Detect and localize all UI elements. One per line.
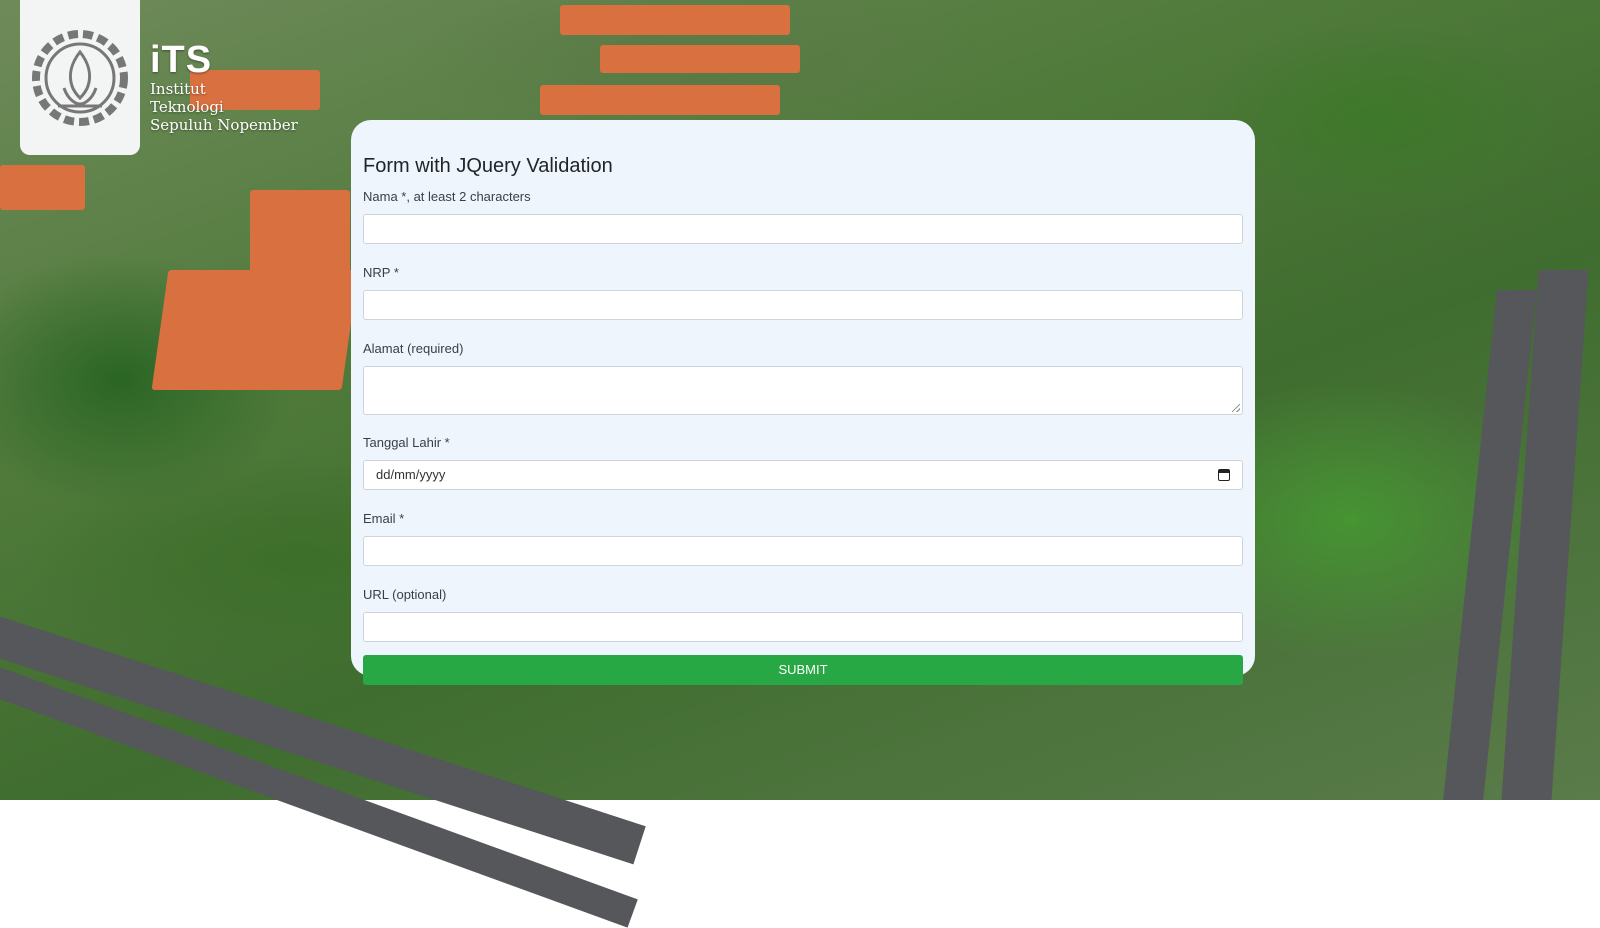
its-line-3: Sepuluh Nopember xyxy=(150,116,298,134)
its-line-1: Institut xyxy=(150,80,206,98)
its-wordmark: iTS Institut Teknologi Sepuluh Nopember xyxy=(150,40,298,134)
date-placeholder: dd/mm/yyyy xyxy=(376,467,446,482)
email-label: Email * xyxy=(363,511,405,526)
nrp-input[interactable] xyxy=(363,290,1243,320)
nama-input[interactable] xyxy=(363,214,1243,244)
its-logo xyxy=(20,0,140,155)
alamat-textarea[interactable] xyxy=(363,366,1243,415)
email-input[interactable] xyxy=(363,536,1243,566)
url-input[interactable] xyxy=(363,612,1243,642)
building-roof xyxy=(0,165,85,210)
alamat-label: Alamat (required) xyxy=(363,341,464,356)
nrp-label: NRP * xyxy=(363,265,399,280)
building-roof xyxy=(600,45,800,73)
form-title: Form with JQuery Validation xyxy=(363,155,613,177)
url-label: URL (optional) xyxy=(363,587,447,602)
building-roof xyxy=(560,5,790,35)
resize-handle-icon[interactable] xyxy=(1232,404,1240,412)
tanggal-lahir-input[interactable]: dd/mm/yyyy xyxy=(363,460,1243,490)
its-logo-icon xyxy=(32,29,128,126)
its-line-2: Teknologi xyxy=(150,98,224,116)
form-card: Form with JQuery Validation Nama *, at l… xyxy=(351,120,1255,685)
building-roof xyxy=(250,190,350,280)
tanggal-lahir-label: Tanggal Lahir * xyxy=(363,435,450,450)
its-acronym: iTS xyxy=(150,39,213,81)
submit-button[interactable]: SUBMIT xyxy=(363,655,1243,685)
nama-label: Nama *, at least 2 characters xyxy=(363,189,531,204)
calendar-icon[interactable] xyxy=(1218,469,1230,481)
building-roof xyxy=(151,270,359,390)
building-roof xyxy=(540,85,780,115)
